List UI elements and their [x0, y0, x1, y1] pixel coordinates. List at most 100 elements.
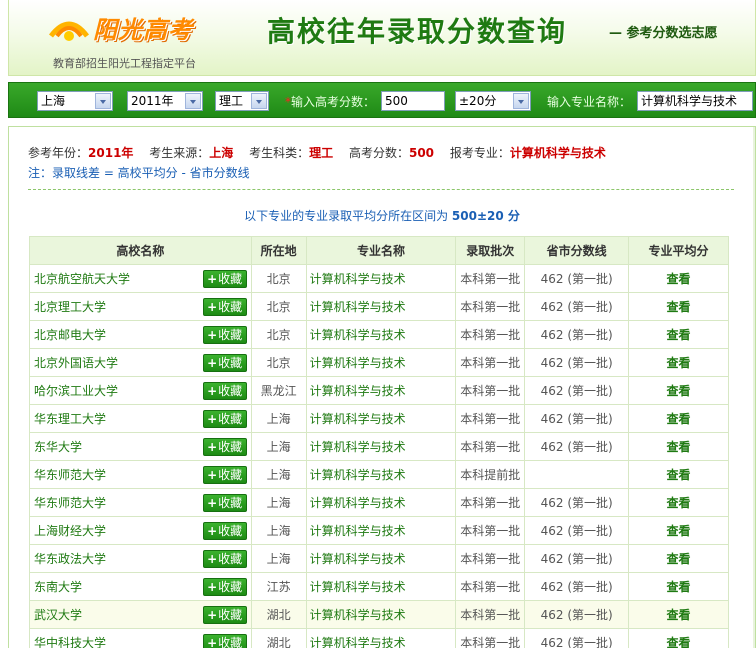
- plus-icon: +: [207, 384, 218, 398]
- favorite-button[interactable]: +收藏: [202, 494, 247, 512]
- formula-note: 注：录取线差 = 高校平均分 - 省市分数线: [28, 166, 250, 180]
- university-cell: 哈尔滨工业大学 +收藏: [29, 376, 252, 405]
- view-average-link[interactable]: 查看: [628, 292, 729, 321]
- view-average-link[interactable]: 查看: [628, 600, 729, 629]
- sun-logo-icon: [49, 21, 89, 41]
- major-cell[interactable]: 计算机科学与技术: [305, 600, 457, 629]
- university-link[interactable]: 华东理工大学: [34, 412, 106, 426]
- site-logo[interactable]: 阳光高考: [49, 2, 209, 48]
- view-average-link[interactable]: 查看: [628, 404, 729, 433]
- col-header-major: 专业名称: [305, 236, 457, 265]
- province-select[interactable]: 上海: [37, 91, 113, 111]
- favorite-button-label: 收藏: [218, 608, 243, 622]
- university-link[interactable]: 北京邮电大学: [34, 328, 106, 342]
- major-label: 输入专业名称：: [547, 95, 632, 109]
- major-input[interactable]: 计算机科学与技术: [637, 91, 753, 111]
- chevron-down-icon[interactable]: [95, 93, 111, 109]
- view-average-link[interactable]: 查看: [628, 516, 729, 545]
- major-cell[interactable]: 计算机科学与技术: [305, 264, 457, 293]
- col-header-average: 专业平均分: [628, 236, 729, 265]
- location-cell: 上海: [250, 460, 307, 489]
- view-average-link[interactable]: 查看: [628, 320, 729, 349]
- province-line-cell: 462 (第一批): [524, 516, 630, 545]
- major-cell[interactable]: 计算机科学与技术: [305, 516, 457, 545]
- university-cell: 北京航空航天大学 +收藏: [29, 264, 252, 293]
- location-cell: 上海: [250, 488, 307, 517]
- view-average-link[interactable]: 查看: [628, 432, 729, 461]
- header-slogan: 教育部招生阳光工程指定平台: [53, 57, 196, 70]
- subject-select-value: 理工: [219, 94, 244, 108]
- university-link[interactable]: 东华大学: [34, 440, 82, 454]
- favorite-button[interactable]: +收藏: [202, 438, 247, 456]
- chevron-down-icon[interactable]: [185, 93, 201, 109]
- major-cell[interactable]: 计算机科学与技术: [305, 544, 457, 573]
- range-select-value: ±20分: [459, 94, 497, 108]
- university-link[interactable]: 上海财经大学: [34, 524, 106, 538]
- province-line-cell: 462 (第一批): [524, 488, 630, 517]
- plus-icon: +: [207, 524, 218, 538]
- university-link[interactable]: 华中科技大学: [34, 636, 106, 648]
- favorite-button[interactable]: +收藏: [202, 634, 247, 648]
- favorite-button[interactable]: +收藏: [202, 522, 247, 540]
- favorite-button[interactable]: +收藏: [202, 298, 247, 316]
- chevron-down-icon[interactable]: [513, 93, 529, 109]
- major-cell[interactable]: 计算机科学与技术: [305, 376, 457, 405]
- university-link[interactable]: 哈尔滨工业大学: [34, 384, 118, 398]
- subject-select[interactable]: 理工: [215, 91, 269, 111]
- university-link[interactable]: 武汉大学: [34, 608, 82, 622]
- favorite-button[interactable]: +收藏: [202, 382, 247, 400]
- favorite-button[interactable]: +收藏: [202, 410, 247, 428]
- location-cell: 上海: [250, 544, 307, 573]
- batch-cell: 本科第一批: [455, 544, 526, 573]
- favorite-button[interactable]: +收藏: [202, 550, 247, 568]
- favorite-button[interactable]: +收藏: [202, 354, 247, 372]
- university-link[interactable]: 北京外国语大学: [34, 356, 118, 370]
- province-line-cell: 462 (第一批): [524, 292, 630, 321]
- logo-text: 阳光高考: [93, 16, 193, 44]
- view-average-link[interactable]: 查看: [628, 488, 729, 517]
- university-cell: 华东政法大学 +收藏: [29, 544, 252, 573]
- university-link[interactable]: 华东师范大学: [34, 468, 106, 482]
- view-average-link[interactable]: 查看: [628, 544, 729, 573]
- university-link[interactable]: 华东政法大学: [34, 552, 106, 566]
- major-cell[interactable]: 计算机科学与技术: [305, 572, 457, 601]
- view-average-link[interactable]: 查看: [628, 572, 729, 601]
- location-cell: 上海: [250, 516, 307, 545]
- view-average-link[interactable]: 查看: [628, 376, 729, 405]
- province-line-cell: 462 (第一批): [524, 628, 630, 648]
- score-label: *输入高考分数：: [285, 93, 375, 110]
- batch-cell: 本科第一批: [455, 516, 526, 545]
- range-select[interactable]: ±20分: [455, 91, 531, 111]
- university-link[interactable]: 北京航空航天大学: [34, 272, 130, 286]
- university-cell: 北京外国语大学 +收藏: [29, 348, 252, 377]
- favorite-button[interactable]: +收藏: [202, 606, 247, 624]
- major-cell[interactable]: 计算机科学与技术: [305, 488, 457, 517]
- batch-cell: 本科提前批: [455, 460, 526, 489]
- major-cell[interactable]: 计算机科学与技术: [305, 432, 457, 461]
- major-summary-label: 报考专业：: [449, 146, 510, 160]
- major-cell[interactable]: 计算机科学与技术: [305, 292, 457, 321]
- major-cell[interactable]: 计算机科学与技术: [305, 628, 457, 648]
- year-select[interactable]: 2011年: [127, 91, 203, 111]
- view-average-link[interactable]: 查看: [628, 460, 729, 489]
- university-cell: 上海财经大学 +收藏: [29, 516, 252, 545]
- favorite-button[interactable]: +收藏: [202, 466, 247, 484]
- view-average-link[interactable]: 查看: [628, 264, 729, 293]
- major-cell[interactable]: 计算机科学与技术: [305, 348, 457, 377]
- province-line-cell: 462 (第一批): [524, 600, 630, 629]
- major-cell[interactable]: 计算机科学与技术: [305, 404, 457, 433]
- score-input[interactable]: 500: [381, 91, 445, 111]
- chevron-down-icon[interactable]: [251, 93, 267, 109]
- year-select-value: 2011年: [131, 94, 174, 108]
- favorite-button[interactable]: +收藏: [202, 578, 247, 596]
- province-line-cell: [524, 460, 630, 489]
- major-cell[interactable]: 计算机科学与技术: [305, 460, 457, 489]
- university-link[interactable]: 东南大学: [34, 580, 82, 594]
- favorite-button[interactable]: +收藏: [202, 326, 247, 344]
- university-link[interactable]: 北京理工大学: [34, 300, 106, 314]
- major-cell[interactable]: 计算机科学与技术: [305, 320, 457, 349]
- view-average-link[interactable]: 查看: [628, 628, 729, 648]
- view-average-link[interactable]: 查看: [628, 348, 729, 377]
- university-link[interactable]: 华东师范大学: [34, 496, 106, 510]
- favorite-button[interactable]: +收藏: [202, 270, 247, 288]
